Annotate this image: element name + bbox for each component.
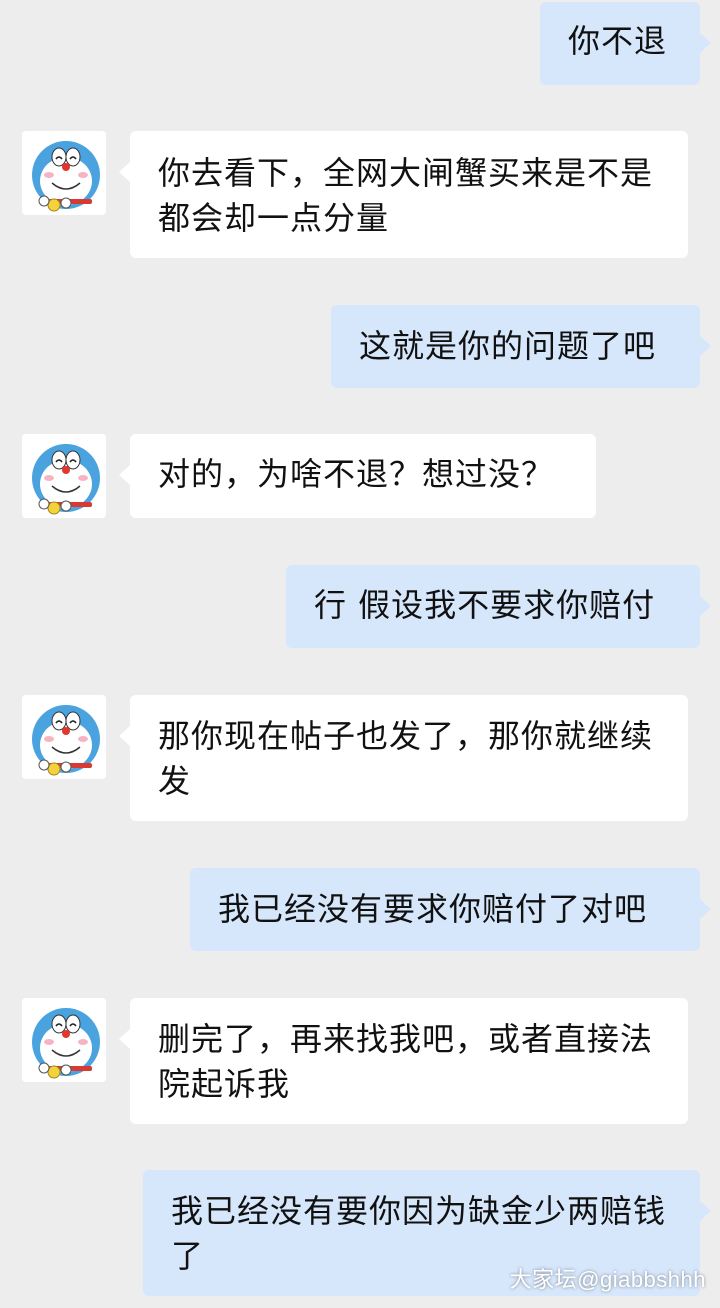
watermark: 大家坛@giabbshhh [509, 1267, 706, 1292]
doraemon-avatar-icon [22, 131, 106, 215]
bubble-tail [119, 465, 130, 485]
bubble-tail [119, 162, 130, 182]
message-bubble-outgoing[interactable]: 这就是你的问题了吧 [331, 305, 711, 388]
message-text: 那你现在帖子也发了，那你就继续发 [158, 717, 654, 800]
bubble-tail [119, 1029, 130, 1049]
message-bubble-outgoing[interactable]: 我已经没有要求你赔付了对吧 [190, 868, 711, 951]
message-text: 行 假设我不要求你赔付 [314, 586, 656, 624]
bubble-tail [119, 726, 130, 746]
doraemon-avatar-icon [22, 695, 106, 779]
contact-avatar[interactable] [22, 434, 106, 518]
message-text: 我已经没有要求你赔付了对吧 [218, 890, 648, 928]
contact-avatar[interactable] [22, 695, 106, 779]
bubble-tail [700, 1201, 711, 1221]
message-text: 这就是你的问题了吧 [359, 327, 657, 365]
contact-avatar[interactable] [22, 998, 106, 1082]
doraemon-avatar-icon [22, 998, 106, 1082]
message-text: 你不退 [568, 22, 668, 60]
bubble-tail [700, 899, 711, 919]
message-bubble-incoming[interactable]: 删完了，再来找我吧，或者直接法院起诉我 [119, 998, 688, 1124]
message-text: 对的，为啥不退？想过没？ [158, 455, 555, 493]
bubble-tail [700, 336, 711, 356]
bubble-tail [700, 33, 711, 53]
message-text: 删完了，再来找我吧，或者直接法院起诉我 [158, 1020, 654, 1103]
doraemon-avatar-icon [22, 434, 106, 518]
contact-avatar[interactable] [22, 131, 106, 215]
bubble-tail [700, 596, 711, 616]
message-bubble-incoming[interactable]: 对的，为啥不退？想过没？ [119, 434, 596, 518]
message-bubble-incoming[interactable]: 你去看下，全网大闸蟹买来是不是都会却一点分量 [119, 131, 688, 258]
message-bubble-incoming[interactable]: 那你现在帖子也发了，那你就继续发 [119, 695, 688, 821]
message-bubble-outgoing[interactable]: 你不退 [540, 2, 711, 85]
message-bubble-outgoing[interactable]: 行 假设我不要求你赔付 [286, 565, 711, 648]
message-text: 你去看下，全网大闸蟹买来是不是都会却一点分量 [158, 154, 654, 237]
